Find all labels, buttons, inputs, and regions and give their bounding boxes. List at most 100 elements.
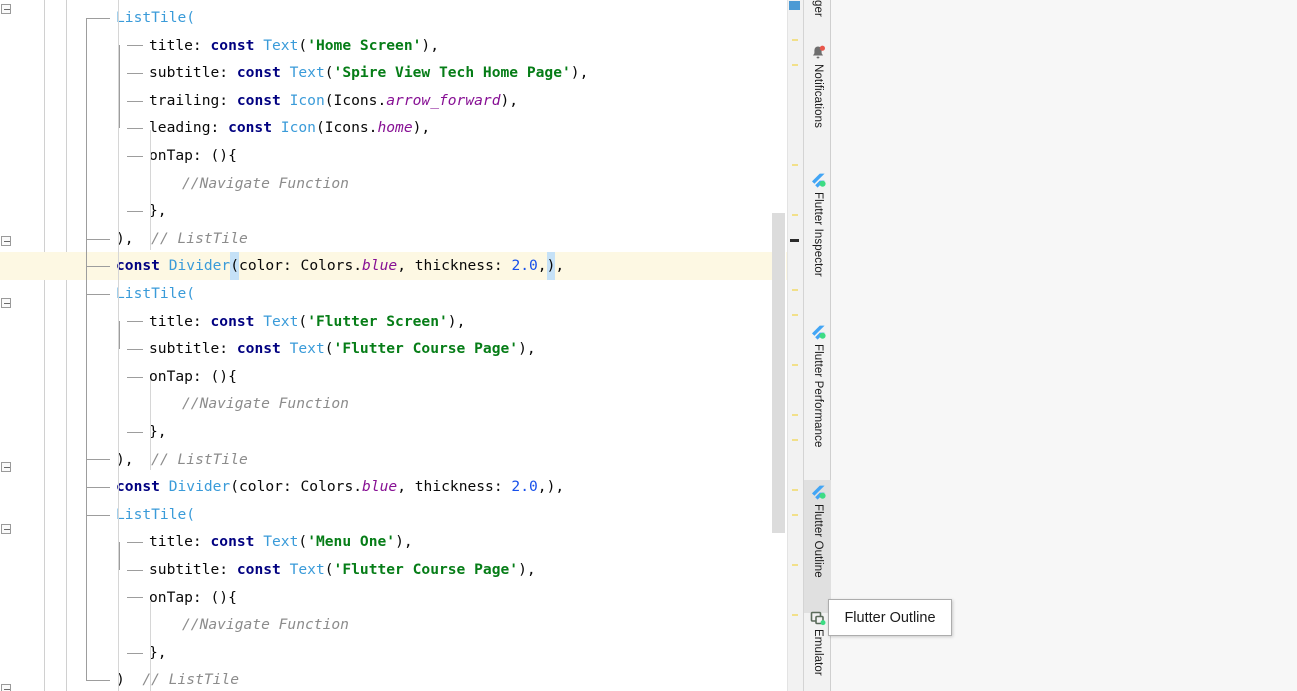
code-token: ListTile( (116, 9, 196, 26)
code-line[interactable]: ) // ListTile (0, 666, 803, 691)
tool-tab-flutter-inspector[interactable]: Flutter Inspector (804, 168, 832, 313)
code-line[interactable]: const Divider(color: Colors.blue, thickn… (0, 473, 803, 501)
code-token: 'Flutter Screen' (307, 312, 448, 330)
code-token: 'Menu One' (307, 533, 396, 551)
tool-tab-label: Flutter Outline (812, 504, 824, 578)
editor-marker[interactable] (790, 239, 799, 242)
editor-marker[interactable] (792, 364, 798, 366)
structure-connector (86, 680, 110, 682)
editor-marker[interactable] (792, 164, 798, 166)
structure-spine (86, 17, 87, 681)
editor-scrollbar-thumb[interactable] (772, 213, 785, 533)
structure-connector (86, 266, 110, 268)
code-line[interactable]: const Divider(color: Colors.blue, thickn… (0, 252, 803, 280)
editor-marker[interactable] (792, 439, 798, 441)
editor-marker[interactable] (792, 64, 798, 66)
flutter-icon (810, 325, 826, 341)
tool-tab-flutter-outline[interactable]: Flutter Outline (804, 480, 832, 613)
flutter-icon (810, 173, 826, 189)
code-token: ( (324, 561, 334, 578)
code-token: subtitle: (149, 340, 237, 358)
code-token: (Icons. (315, 119, 378, 137)
code-token: Text (263, 36, 299, 54)
code-token: const (236, 64, 290, 82)
code-token: (Icons. (324, 91, 387, 109)
editor-marker[interactable] (792, 214, 798, 216)
tool-window-sidebar[interactable]: ger Notifications Flutter Inspector Flut… (803, 0, 832, 691)
tool-tab-label: Emulator (812, 629, 824, 676)
structure-connector (86, 293, 110, 295)
code-line[interactable]: leading: const Icon(Icons.home), (0, 114, 803, 142)
code-token: const (116, 478, 169, 496)
code-editor[interactable]: ListTile(title: const Text('Home Screen'… (0, 0, 803, 691)
code-token: }, (149, 423, 167, 440)
structure-connector (86, 17, 110, 19)
code-line[interactable]: onTap: (){ (0, 142, 803, 170)
code-token: , thickness: (397, 257, 512, 275)
code-token: home (377, 119, 413, 137)
code-line[interactable]: onTap: (){ (0, 584, 803, 612)
code-line[interactable]: subtitle: const Text('Spire View Tech Ho… (0, 59, 803, 87)
code-content[interactable]: ListTile(title: const Text('Home Screen'… (0, 0, 803, 691)
editor-marker-column[interactable] (787, 0, 803, 691)
code-token: title: (149, 533, 211, 551)
structure-connector (127, 542, 143, 544)
code-token: Text (263, 312, 299, 330)
editor-marker[interactable] (792, 289, 798, 291)
code-token: const (210, 36, 264, 54)
code-line[interactable]: ListTile( (0, 280, 803, 308)
code-token: 'Home Screen' (307, 36, 422, 54)
editor-marker[interactable] (792, 564, 798, 566)
code-line[interactable]: }, (0, 197, 803, 225)
code-token: ), (570, 64, 589, 82)
editor-marker[interactable] (792, 414, 798, 416)
code-token: const (116, 257, 169, 275)
code-line[interactable]: ListTile( (0, 501, 803, 529)
code-line[interactable]: }, (0, 639, 803, 667)
code-line[interactable]: subtitle: const Text('Flutter Course Pag… (0, 556, 803, 584)
code-line[interactable]: ), // ListTile (0, 225, 803, 253)
code-token: ( (298, 312, 308, 330)
code-token: Icon (280, 119, 316, 137)
tool-tab-label: Flutter Inspector (812, 192, 824, 277)
structure-connector (127, 569, 143, 571)
tool-tab-flutter-performance[interactable]: Flutter Performance (804, 320, 832, 485)
indent-guide (150, 600, 151, 691)
code-line[interactable]: ListTile( (0, 4, 803, 32)
code-token: 'Flutter Course Page' (333, 340, 519, 358)
editor-marker[interactable] (792, 489, 798, 491)
code-token: ,), (537, 478, 565, 496)
code-line[interactable]: title: const Text('Flutter Screen'), (0, 308, 803, 336)
code-line[interactable]: }, (0, 418, 803, 446)
code-token: 'Flutter Course Page' (333, 561, 519, 578)
editor-marker[interactable] (792, 614, 798, 616)
code-token: onTap: (){ (149, 588, 237, 606)
code-line[interactable]: title: const Text('Menu One'), (0, 528, 803, 556)
code-line[interactable]: onTap: (){ (0, 363, 803, 391)
code-token: arrow_forward (386, 91, 501, 109)
code-token: const (228, 119, 281, 137)
code-line[interactable]: subtitle: const Text('Flutter Course Pag… (0, 335, 803, 363)
tool-tab-ger[interactable]: ger (804, 0, 832, 22)
editor-marker[interactable] (792, 314, 798, 316)
structure-connector (86, 514, 110, 516)
code-token: ), (518, 340, 536, 358)
code-token: ListTile( (116, 285, 196, 302)
code-line[interactable]: title: const Text('Home Screen'), (0, 32, 803, 60)
code-line[interactable]: trailing: const Icon(Icons.arrow_forward… (0, 87, 803, 115)
code-line[interactable]: //Navigate Function (0, 390, 803, 418)
editor-marker[interactable] (792, 39, 798, 41)
code-token: ), (116, 229, 152, 247)
code-token: //Navigate Function (182, 174, 349, 192)
structure-connector (127, 376, 143, 378)
structure-connector (127, 597, 143, 599)
code-token: // ListTile (142, 671, 240, 689)
code-token: Text (289, 340, 325, 358)
editor-marker[interactable] (792, 514, 798, 516)
flutter-icon (810, 485, 826, 501)
code-line[interactable]: //Navigate Function (0, 170, 803, 198)
tool-tab-notifications[interactable]: Notifications (804, 40, 832, 160)
code-line[interactable]: //Navigate Function (0, 611, 803, 639)
ide-window: ListTile(title: const Text('Home Screen'… (0, 0, 1297, 691)
code-line[interactable]: ), // ListTile (0, 446, 803, 474)
